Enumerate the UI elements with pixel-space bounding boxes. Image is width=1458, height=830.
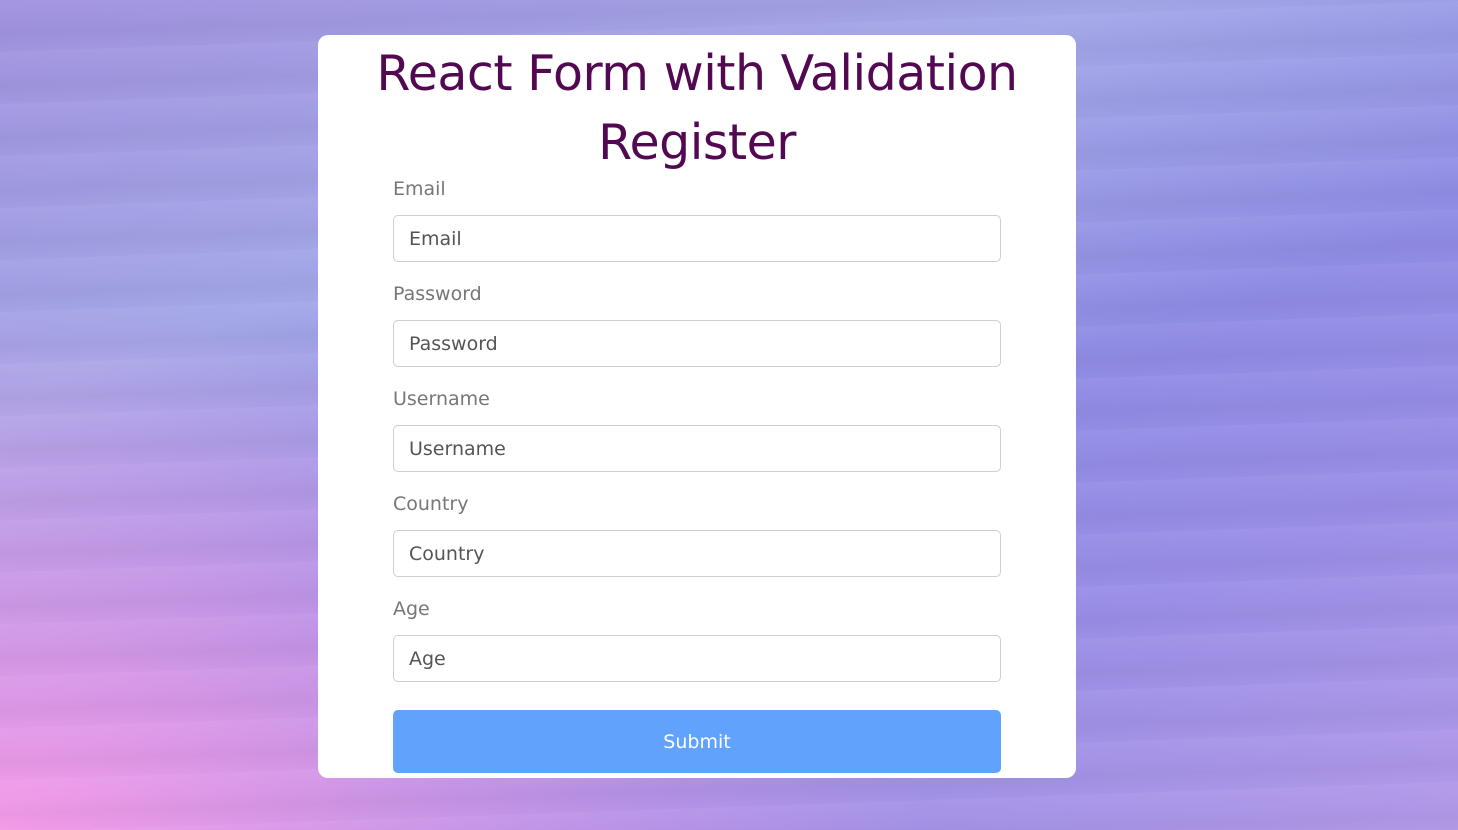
password-field[interactable] [393, 320, 1001, 367]
password-label: Password [393, 283, 482, 305]
email-label: Email [393, 178, 446, 200]
age-label: Age [393, 598, 430, 620]
email-field[interactable] [393, 215, 1001, 262]
country-label: Country [393, 493, 469, 515]
title-line-2: Register [598, 114, 796, 171]
country-field[interactable] [393, 530, 1001, 577]
page-title: React Form with Validation Register [318, 35, 1076, 177]
age-field[interactable] [393, 635, 1001, 682]
username-label: Username [393, 388, 490, 410]
submit-button[interactable]: Submit [393, 710, 1001, 773]
username-field[interactable] [393, 425, 1001, 472]
title-line-1: React Form with Validation [376, 45, 1018, 102]
register-form: Email Password Username Country Age Subm… [393, 177, 1001, 773]
register-card: React Form with Validation Register Emai… [318, 35, 1076, 778]
